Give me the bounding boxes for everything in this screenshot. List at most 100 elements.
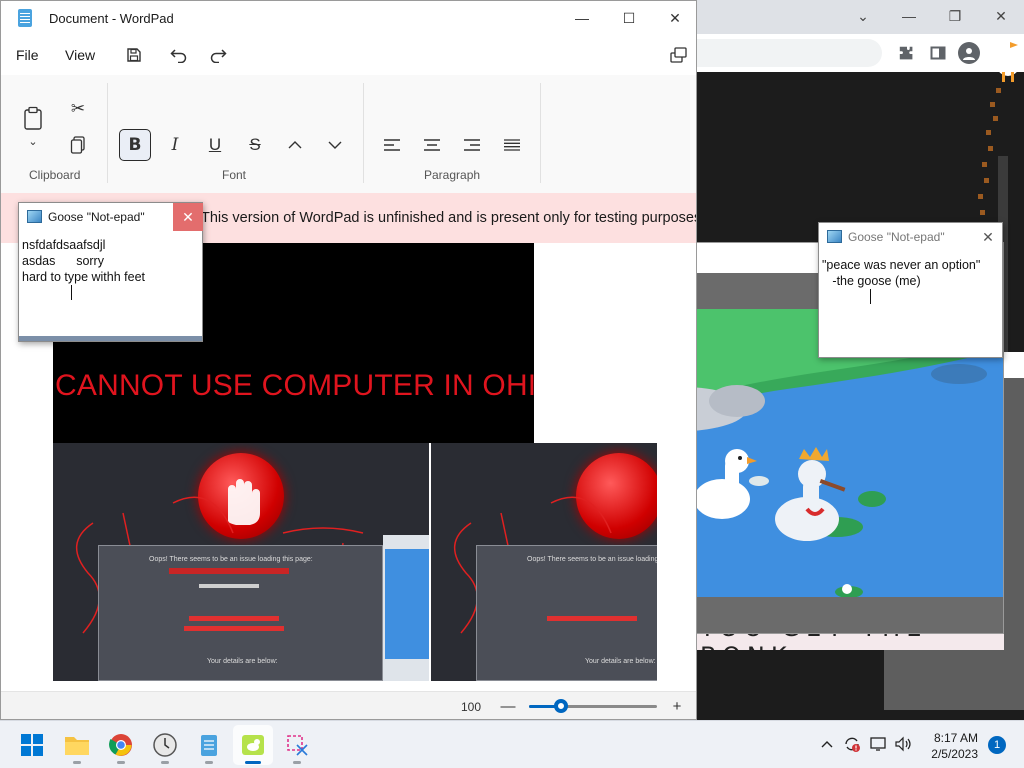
goose-notepad-text[interactable]: "peace was never an option" -the goose (… <box>822 257 980 289</box>
tray-sync-alert-icon[interactable] <box>843 735 861 753</box>
align-center-icon[interactable] <box>416 129 448 161</box>
clock-app-icon <box>153 733 177 757</box>
copy-icon[interactable] <box>62 129 94 161</box>
extensions-icon[interactable] <box>895 42 917 64</box>
error-details-line: Your details are below: <box>207 658 278 665</box>
menu-file[interactable]: File <box>16 47 39 63</box>
sidebar-icon[interactable] <box>927 42 949 64</box>
ribbon-separator <box>363 83 364 183</box>
snipping-tool-icon <box>287 735 308 756</box>
taskbar-clock[interactable]: 8:17 AM 2/5/2023 <box>918 730 978 762</box>
notification-badge[interactable]: 1 <box>988 736 1006 754</box>
font-group-label: Font <box>222 168 247 182</box>
zoom-slider-thumb[interactable] <box>554 699 568 713</box>
wordpad-statusbar: 100 — + <box>1 691 696 719</box>
align-right-icon[interactable] <box>456 129 488 161</box>
paragraph-group-label: Paragraph <box>424 168 481 182</box>
goose-notepad-window[interactable]: Goose "Not-epad" ✕ "peace was never an o… <box>818 222 1003 358</box>
stop-sign-image: Oops! There seems to be an issue loading… <box>53 443 429 681</box>
wordpad-minimize-button[interactable]: — <box>559 1 605 35</box>
goose-notepad-titlebar[interactable]: Goose "Not-epad" ✕ <box>19 203 203 231</box>
error-red-line <box>189 616 279 621</box>
ohio-meme-text: CANNOT USE COMPUTER IN OHIO <box>55 369 534 402</box>
wordpad-menubar: File View <box>1 35 696 75</box>
ribbon-separator <box>540 83 541 183</box>
error-details-line: Your details are below: <box>585 658 656 665</box>
superscript-chevron-up-icon[interactable] <box>279 129 311 161</box>
clipboard-group-label: Clipboard <box>29 168 81 182</box>
file-explorer-icon <box>65 737 89 755</box>
paste-icon[interactable] <box>17 101 49 135</box>
taskbar-chrome[interactable] <box>101 725 141 765</box>
profile-avatar-icon[interactable] <box>958 42 980 64</box>
tab-search-chevron-icon[interactable]: ⌄ <box>840 0 886 32</box>
share-settings-icon[interactable] <box>666 43 690 67</box>
cut-icon[interactable]: ✂ <box>62 93 94 125</box>
goose-notepad-titlebar[interactable]: Goose "Not-epad" ✕ <box>819 223 1002 251</box>
taskbar-snipping-tool[interactable] <box>277 725 317 765</box>
error-red-line <box>184 626 284 631</box>
strikethrough-button[interactable]: S <box>239 129 271 161</box>
goose-notepad-bottom-border <box>19 336 202 341</box>
goose-notepad-close-button[interactable]: ✕ <box>173 203 203 231</box>
ribbon-separator <box>107 83 108 183</box>
align-left-icon[interactable] <box>376 129 408 161</box>
error-page-panel: Oops! There seems to be an issue loading… <box>98 545 383 681</box>
desktop-goose-icon <box>242 735 264 755</box>
windows-start-icon <box>21 734 43 756</box>
taskbar-clock-app[interactable] <box>145 725 185 765</box>
error-page-panel: Oops! There seems to be an issue loading… <box>476 545 657 681</box>
wordpad-maximize-button[interactable]: ☐ <box>606 1 652 35</box>
taskbar-desktop-goose[interactable] <box>233 725 273 765</box>
zoom-slider[interactable] <box>529 699 657 713</box>
text-caret <box>870 289 871 304</box>
wordpad-window: Document - WordPad — ☐ ✕ File View ⌄ ✂ C… <box>0 0 697 720</box>
error-message-line: Oops! There seems to be an issue loading… <box>149 556 313 563</box>
browser-minimize-button[interactable]: — <box>886 0 932 32</box>
taskbar-wordpad[interactable] <box>189 725 229 765</box>
tray-volume-icon[interactable] <box>894 735 912 753</box>
underline-button[interactable]: U <box>199 129 231 161</box>
italic-button[interactable]: I <box>159 129 191 161</box>
notepad-app-icon <box>827 230 842 243</box>
browser-close-button[interactable]: ✕ <box>978 0 1024 32</box>
error-red-line <box>547 616 637 621</box>
error-grey-line <box>199 584 259 588</box>
browser-restore-button[interactable]: ❐ <box>932 0 978 32</box>
goose-notepad-close-button[interactable]: ✕ <box>973 223 1003 251</box>
wordpad-titlebar[interactable]: Document - WordPad — ☐ ✕ <box>1 1 696 35</box>
undo-icon[interactable] <box>167 43 191 67</box>
goose-notepad-title: Goose "Not-epad" <box>48 210 145 224</box>
wordpad-app-icon <box>18 9 32 27</box>
zoom-out-button[interactable]: — <box>499 697 517 715</box>
text-caret <box>71 285 72 300</box>
preview-warning-text: This version of WordPad is unfinished an… <box>201 210 697 226</box>
tray-network-icon[interactable] <box>870 735 888 753</box>
clock-date: 2/5/2023 <box>931 747 978 761</box>
wordpad-window-title: Document - WordPad <box>49 11 174 26</box>
wordpad-close-button[interactable]: ✕ <box>652 1 696 35</box>
wordpad-taskbar-icon <box>201 735 217 756</box>
goose-notepad-text[interactable]: nsfdafdsaafsdjl asdas sorry hard to type… <box>22 237 145 285</box>
nested-screenshot-edge <box>383 535 429 681</box>
justify-icon[interactable] <box>496 129 528 161</box>
chrome-icon <box>109 734 132 756</box>
zoom-level: 100 <box>461 700 482 714</box>
error-message-line: Oops! There seems to be an issue loading… <box>527 556 657 563</box>
goose-notepad-window[interactable]: Goose "Not-epad" ✕ nsfdafdsaafsdjl asdas… <box>18 202 203 342</box>
goose-notepad-title: Goose "Not-epad" <box>848 230 945 244</box>
error-red-line <box>169 568 289 574</box>
tray-overflow-chevron-up-icon[interactable] <box>818 735 836 753</box>
taskbar: 8:17 AM 2/5/2023 1 <box>0 720 1024 768</box>
menu-view[interactable]: View <box>65 47 95 63</box>
bold-button[interactable]: B <box>119 129 151 161</box>
redo-icon[interactable] <box>206 43 230 67</box>
save-icon[interactable] <box>122 43 146 67</box>
notepad-app-icon <box>27 210 42 223</box>
zoom-in-button[interactable]: + <box>668 697 686 715</box>
paste-chevron-down-icon[interactable]: ⌄ <box>17 131 49 151</box>
subscript-chevron-down-icon[interactable] <box>319 129 351 161</box>
taskbar-file-explorer[interactable] <box>57 725 97 765</box>
start-button[interactable] <box>12 725 52 765</box>
ribbon: ⌄ ✂ Clipboard B I U S Font Paragraph <box>1 75 696 193</box>
